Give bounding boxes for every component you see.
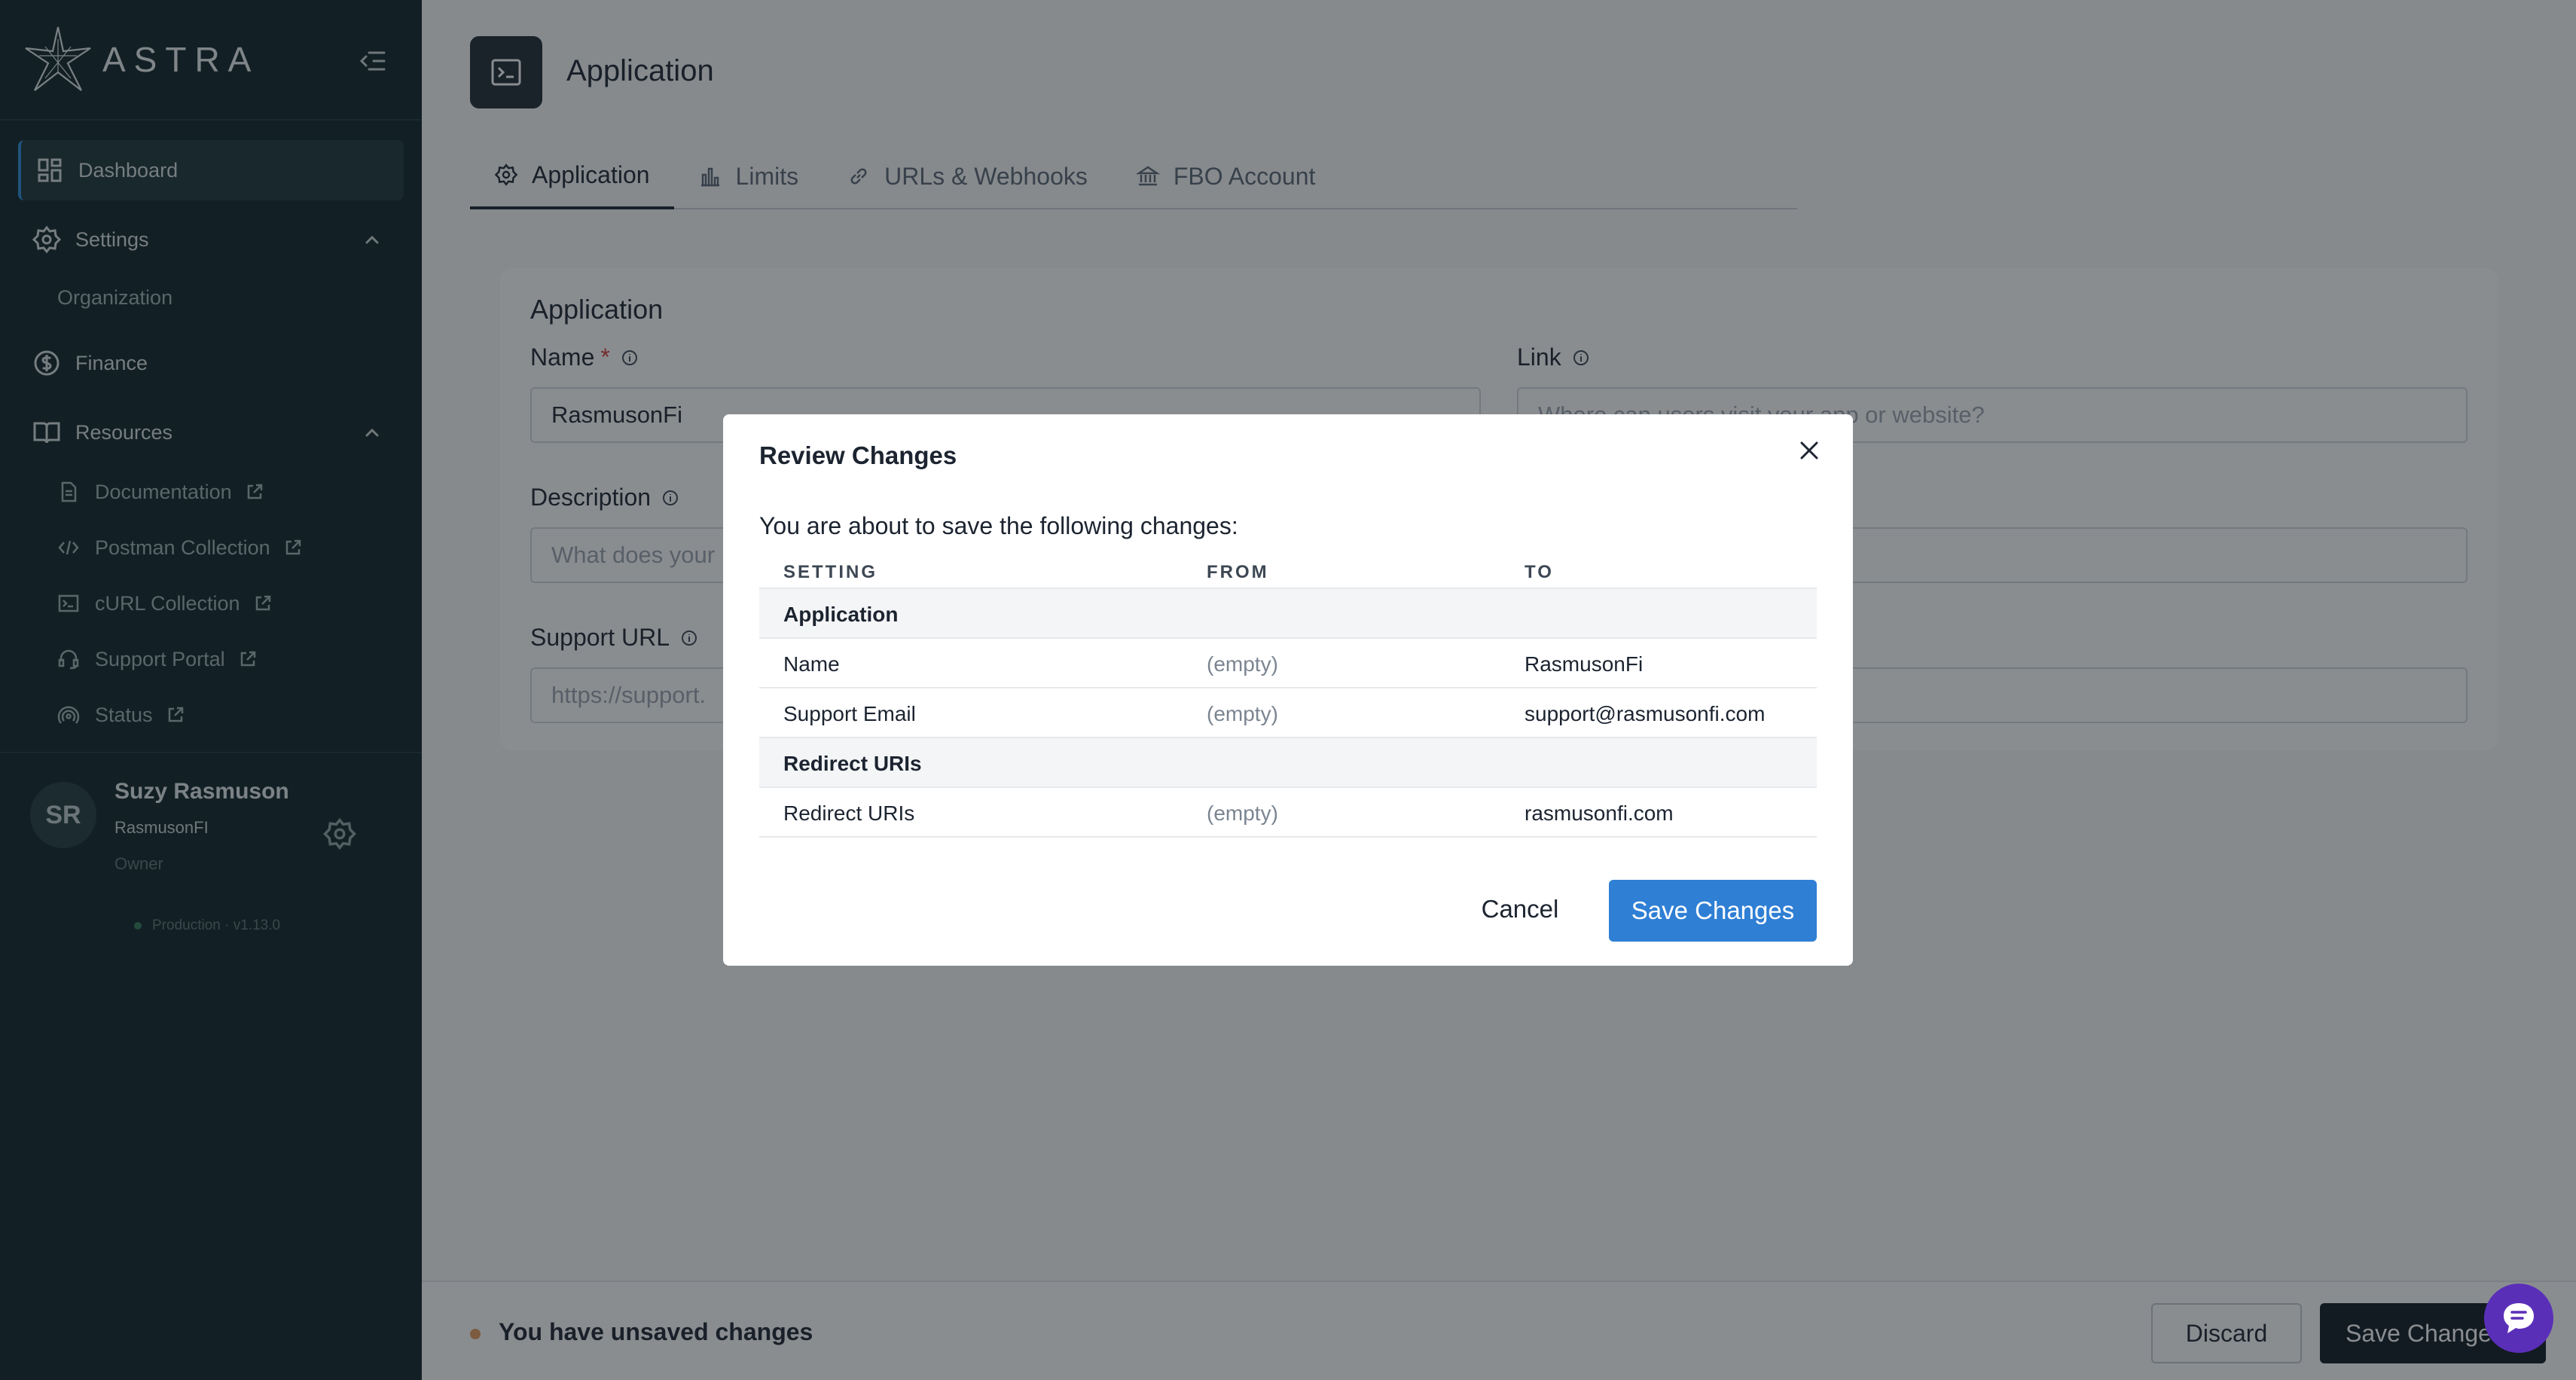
from-cell: (empty) <box>1207 652 1278 676</box>
review-changes-modal: Review Changes You are about to save the… <box>723 414 1853 966</box>
from-cell: (empty) <box>1207 801 1278 825</box>
column-header-from: FROM <box>1207 562 1269 582</box>
table-group-row: Application <box>759 589 1817 639</box>
table-row: Redirect URIs (empty) rasmusonfi.com <box>759 788 1817 838</box>
from-cell: (empty) <box>1207 702 1278 725</box>
table-header: SETTING FROM TO <box>759 553 1817 589</box>
modal-title: Review Changes <box>759 441 957 469</box>
changes-table: SETTING FROM TO Application Name (empty)… <box>759 553 1817 838</box>
confirm-save-changes-button[interactable]: Save Changes <box>1609 880 1817 942</box>
close-icon[interactable] <box>1794 435 1824 466</box>
to-cell: RasmusonFi <box>1525 652 1644 676</box>
table-group-row: Redirect URIs <box>759 738 1817 788</box>
group-label: Redirect URIs <box>783 752 922 775</box>
column-header-setting: SETTING <box>783 562 878 582</box>
cancel-button[interactable]: Cancel <box>1467 880 1573 939</box>
setting-cell: Name <box>783 652 840 676</box>
chat-support-icon[interactable] <box>2484 1284 2553 1353</box>
column-header-to: TO <box>1525 562 1554 582</box>
setting-cell: Redirect URIs <box>783 801 915 825</box>
setting-cell: Support Email <box>783 702 916 725</box>
modal-intro-text: You are about to save the following chan… <box>759 512 1238 539</box>
to-cell: rasmusonfi.com <box>1525 801 1674 825</box>
group-label: Application <box>783 603 899 626</box>
table-row: Support Email (empty) support@rasmusonfi… <box>759 688 1817 738</box>
table-row: Name (empty) RasmusonFi <box>759 639 1817 688</box>
to-cell: support@rasmusonfi.com <box>1525 702 1766 725</box>
